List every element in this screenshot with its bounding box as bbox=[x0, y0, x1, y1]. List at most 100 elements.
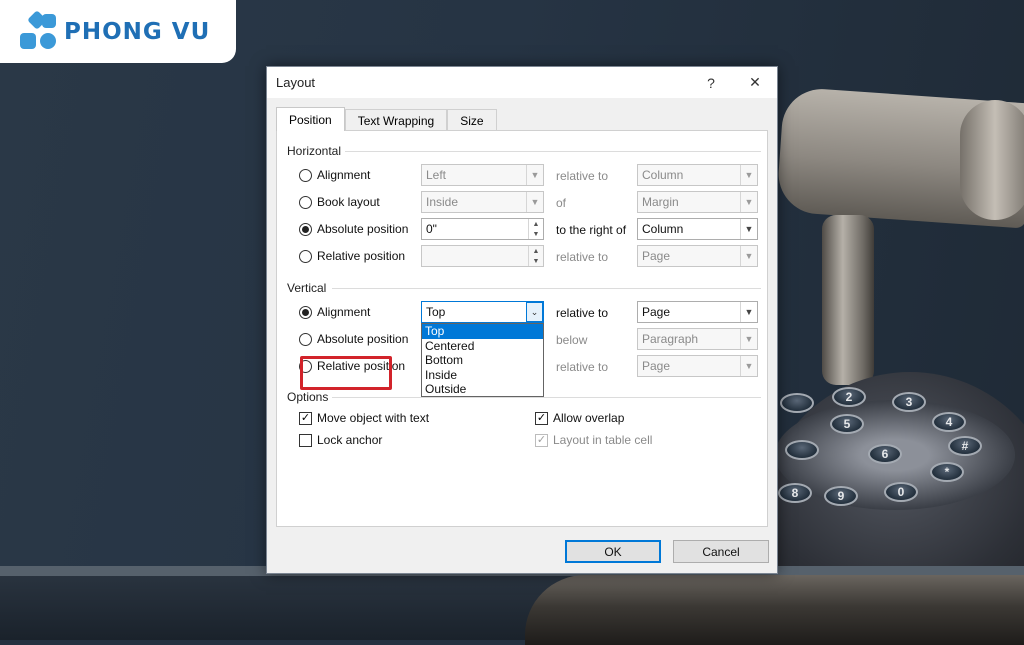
layout-dialog: Layout ? ✕ Position Text Wrapping Size H… bbox=[266, 66, 778, 574]
radio-button[interactable] bbox=[299, 168, 312, 182]
h-alignment-label: Alignment bbox=[317, 168, 371, 182]
phone-handset-end-image bbox=[960, 100, 1024, 220]
dialog-title: Layout bbox=[276, 75, 316, 90]
divider bbox=[332, 288, 761, 289]
spin-down-icon[interactable]: ▼ bbox=[529, 256, 543, 266]
phone-key: 4 bbox=[932, 412, 966, 432]
help-button[interactable]: ? bbox=[689, 67, 733, 98]
h-alignment-target: Column bbox=[642, 168, 684, 182]
allow-overlap-checkbox[interactable]: ✓ Allow overlap bbox=[535, 411, 624, 425]
h-absolute-position-value: 0" bbox=[426, 222, 437, 236]
chevron-down-icon[interactable]: ▼ bbox=[740, 302, 757, 322]
horizontal-group-label: Horizontal bbox=[287, 144, 342, 158]
v-absolute-target-select[interactable]: Paragraph ▼ bbox=[637, 328, 758, 350]
chevron-down-icon[interactable]: ▼ bbox=[740, 356, 757, 376]
h-relative-target: Page bbox=[642, 249, 671, 263]
v-absolute-position-label: Absolute position bbox=[317, 332, 409, 346]
cancel-button[interactable]: Cancel bbox=[673, 540, 769, 563]
radio-button[interactable] bbox=[299, 195, 312, 209]
book-layout-radio[interactable]: Book layout bbox=[299, 195, 380, 209]
dropdown-option[interactable]: Centered bbox=[422, 339, 543, 354]
tab-size[interactable]: Size bbox=[447, 109, 497, 131]
chevron-down-icon[interactable]: ▼ bbox=[740, 219, 757, 239]
v-relative-target-select[interactable]: Page ▼ bbox=[637, 355, 758, 377]
spin-up-icon[interactable]: ▲ bbox=[529, 246, 543, 256]
phone-bottom-image bbox=[525, 575, 1024, 645]
book-layout-relation: of bbox=[556, 196, 567, 210]
vertical-group-label: Vertical bbox=[287, 281, 327, 295]
book-layout-value: Inside bbox=[426, 195, 459, 209]
move-object-checkbox[interactable]: ✓ Move object with text bbox=[299, 411, 429, 425]
layout-in-table-checkbox: ✓ Layout in table cell bbox=[535, 433, 652, 447]
h-alignment-target-select[interactable]: Column ▼ bbox=[637, 164, 758, 186]
h-absolute-position-spinner[interactable]: 0" ▲ ▼ bbox=[421, 218, 544, 240]
radio-button-checked[interactable] bbox=[299, 305, 312, 319]
lock-anchor-checkbox[interactable]: Lock anchor bbox=[299, 433, 382, 447]
tab-strip: Position Text Wrapping Size bbox=[276, 107, 497, 131]
checkmark-icon[interactable]: ✓ bbox=[535, 411, 548, 425]
phone-key bbox=[785, 440, 819, 460]
v-relative-target: Page bbox=[642, 359, 671, 373]
phone-key: 5 bbox=[830, 414, 864, 434]
v-alignment-select[interactable]: Top ⌄ bbox=[421, 301, 544, 323]
checkmark-icon: ✓ bbox=[535, 433, 548, 447]
checkbox-empty[interactable] bbox=[299, 433, 312, 447]
v-alignment-relation: relative to bbox=[556, 306, 609, 320]
dropdown-option[interactable]: Bottom bbox=[422, 353, 543, 368]
chevron-down-icon[interactable]: ▼ bbox=[526, 165, 543, 185]
spin-down-icon[interactable]: ▼ bbox=[529, 229, 543, 239]
v-alignment-value: Top bbox=[426, 305, 446, 319]
v-alignment-label: Alignment bbox=[317, 305, 371, 319]
book-layout-select[interactable]: Inside ▼ bbox=[421, 191, 544, 213]
chevron-down-icon[interactable]: ▼ bbox=[526, 192, 543, 212]
position-panel: Horizontal Alignment Left ▼ relative to … bbox=[276, 130, 768, 527]
h-alignment-select[interactable]: Left ▼ bbox=[421, 164, 544, 186]
h-absolute-position-radio[interactable]: Absolute position bbox=[299, 222, 408, 236]
phone-key: 6 bbox=[868, 444, 902, 464]
phone-key: 0 bbox=[884, 482, 918, 502]
dropdown-option[interactable]: Outside bbox=[422, 382, 543, 397]
h-relative-target-select[interactable]: Page ▼ bbox=[637, 245, 758, 267]
v-alignment-dropdown-list: Top Centered Bottom Inside Outside bbox=[421, 323, 544, 397]
tab-text-wrapping[interactable]: Text Wrapping bbox=[344, 109, 448, 131]
chevron-down-icon[interactable]: ⌄ bbox=[526, 302, 543, 322]
phone-key: * bbox=[930, 462, 964, 482]
chevron-down-icon[interactable]: ▼ bbox=[740, 329, 757, 349]
h-absolute-position-label: Absolute position bbox=[317, 222, 409, 236]
v-absolute-position-radio[interactable]: Absolute position bbox=[299, 332, 408, 346]
phone-key: # bbox=[948, 436, 982, 456]
tab-position[interactable]: Position bbox=[276, 107, 345, 131]
checkmark-icon[interactable]: ✓ bbox=[299, 411, 312, 425]
dropdown-option[interactable]: Top bbox=[422, 324, 543, 339]
v-alignment-target-select[interactable]: Page ▼ bbox=[637, 301, 758, 323]
v-alignment-target: Page bbox=[642, 305, 671, 319]
chevron-down-icon[interactable]: ▼ bbox=[740, 192, 757, 212]
h-relative-position-relation: relative to bbox=[556, 250, 609, 264]
h-absolute-target-select[interactable]: Column ▼ bbox=[637, 218, 758, 240]
divider bbox=[332, 397, 761, 398]
spin-up-icon[interactable]: ▲ bbox=[529, 219, 543, 229]
phone-key: 3 bbox=[892, 392, 926, 412]
chevron-down-icon[interactable]: ▼ bbox=[740, 165, 757, 185]
h-alignment-radio[interactable]: Alignment bbox=[299, 168, 370, 182]
h-relative-position-radio[interactable]: Relative position bbox=[299, 249, 405, 263]
book-layout-target: Margin bbox=[642, 195, 679, 209]
ok-button[interactable]: OK bbox=[565, 540, 661, 563]
phone-key: 8 bbox=[778, 483, 812, 503]
radio-button-checked[interactable] bbox=[299, 222, 312, 236]
v-alignment-radio[interactable]: Alignment bbox=[299, 305, 370, 319]
phone-key: 2 bbox=[832, 387, 866, 407]
chevron-down-icon[interactable]: ▼ bbox=[740, 246, 757, 266]
phone-key: 9 bbox=[824, 486, 858, 506]
book-layout-label: Book layout bbox=[317, 195, 380, 209]
dropdown-option[interactable]: Inside bbox=[422, 368, 543, 383]
logo-mark-icon bbox=[20, 9, 58, 51]
options-group-label: Options bbox=[287, 390, 329, 404]
h-relative-position-label: Relative position bbox=[317, 249, 406, 263]
radio-button[interactable] bbox=[299, 332, 312, 346]
h-alignment-value: Left bbox=[426, 168, 447, 182]
book-layout-target-select[interactable]: Margin ▼ bbox=[637, 191, 758, 213]
h-relative-position-spinner[interactable]: ▲ ▼ bbox=[421, 245, 544, 267]
close-button[interactable]: ✕ bbox=[733, 67, 777, 98]
radio-button[interactable] bbox=[299, 249, 312, 263]
